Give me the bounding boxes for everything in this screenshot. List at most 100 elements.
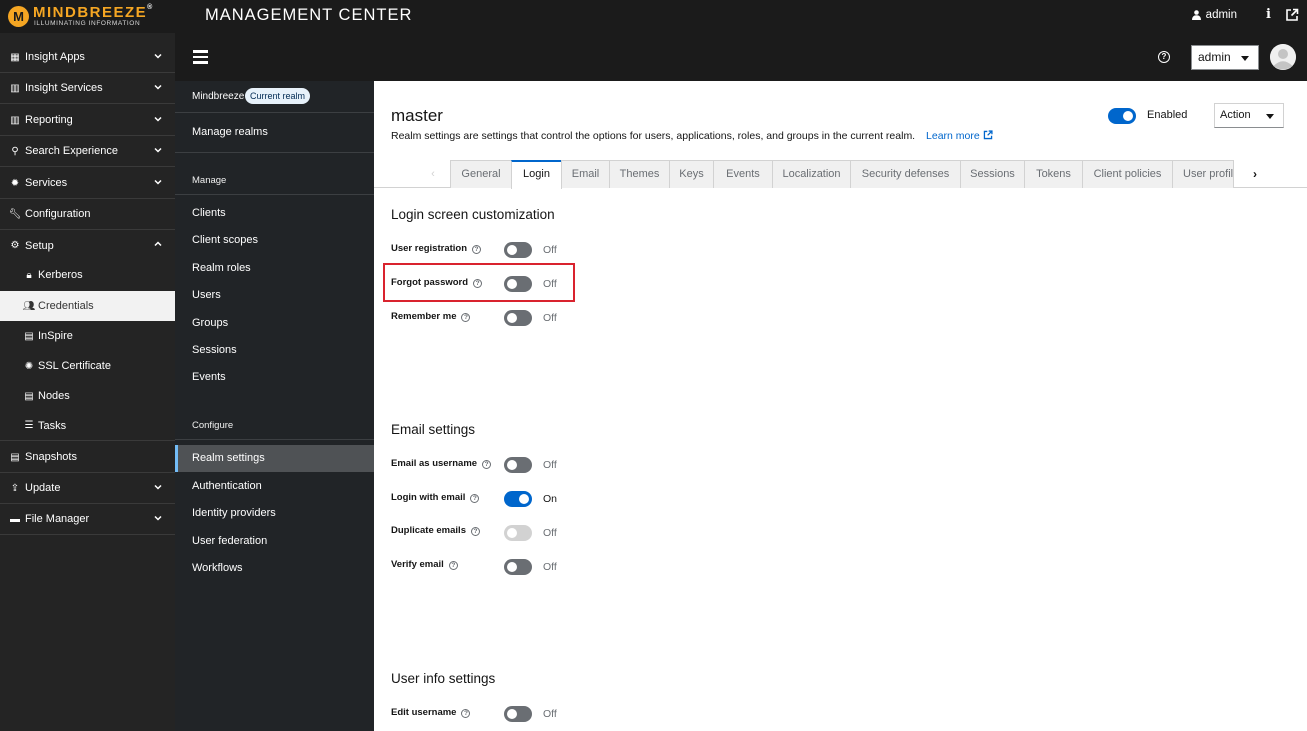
tabs-scroll-right-icon[interactable]: › — [1240, 160, 1270, 188]
nav-identity-providers[interactable]: Identity providers — [192, 507, 276, 519]
learn-more-label: Learn more — [926, 130, 980, 142]
sidebar-item-configuration[interactable]: 🔧︎ Configuration — [0, 199, 175, 230]
switch-state: Off — [543, 312, 557, 324]
help-icon[interactable]: ? — [482, 460, 492, 469]
avatar-icon — [1270, 44, 1296, 70]
help-icon[interactable]: ? — [473, 279, 483, 288]
sidebar-subitem-label: InSpire — [38, 330, 73, 342]
external-link-icon[interactable] — [1285, 8, 1299, 22]
field-label: Email as username — [391, 458, 478, 469]
tab-login[interactable]: Login — [511, 160, 562, 189]
field-forgot-password: Forgot password? — [391, 277, 483, 288]
tab-keys[interactable]: Keys — [669, 160, 714, 188]
duplicate-emails-switch[interactable] — [504, 525, 532, 541]
top-user-menu[interactable]: admin — [1191, 9, 1237, 21]
search-icon: ⚲ — [11, 145, 19, 157]
lock-icon: 🔒︎ — [26, 269, 32, 281]
user-registration-switch[interactable] — [504, 242, 532, 258]
user-dropdown[interactable]: admin — [1191, 45, 1259, 70]
sidebar-item-search-experience[interactable]: ⚲ Search Experience — [0, 136, 175, 167]
field-login-with-email: Login with email? — [391, 492, 480, 503]
sidebar-item-insight-apps[interactable]: ▦ Insight Apps — [0, 42, 175, 73]
help-icon[interactable]: ? — [470, 527, 480, 536]
nav-events[interactable]: Events — [192, 371, 226, 383]
user-dropdown-label: admin — [1198, 50, 1231, 64]
tab-user-profile[interactable]: User profile — [1172, 160, 1234, 188]
verify-email-switch[interactable] — [504, 559, 532, 575]
top-bar: M MINDBREEZE® ILLUMINATING INFORMATION M… — [0, 0, 1307, 33]
app-title: MANAGEMENT CENTER — [205, 6, 413, 24]
help-icon[interactable]: ? — [472, 245, 482, 254]
sidebar-item-update[interactable]: ⇪ Update — [0, 473, 175, 504]
nav-realm-roles[interactable]: Realm roles — [192, 262, 251, 274]
hamburger-menu-icon[interactable] — [193, 50, 208, 64]
sidebar-item-services[interactable]: ✹ Services — [0, 168, 175, 199]
sidebar-subitem-inspire[interactable]: ▤ InSpire — [0, 321, 175, 351]
help-icon[interactable]: ? — [470, 494, 480, 503]
help-icon[interactable]: ? — [448, 561, 458, 570]
tab-sessions[interactable]: Sessions — [960, 160, 1025, 188]
nav-section-configure: Configure — [192, 420, 234, 431]
nav-realm-settings[interactable]: Realm settings — [192, 452, 265, 464]
tab-events[interactable]: Events — [713, 160, 773, 188]
field-duplicate-emails: Duplicate emails? — [391, 525, 480, 536]
sidebar-subitem-kerberos[interactable]: 🔒︎ Kerberos — [0, 260, 175, 290]
mindbreeze-logo[interactable]: M MINDBREEZE® ILLUMINATING INFORMATION — [6, 3, 171, 30]
nav-manage-realms[interactable]: Manage realms — [192, 126, 268, 138]
tab-tokens[interactable]: Tokens — [1024, 160, 1083, 188]
learn-more-link[interactable]: Learn more — [926, 130, 993, 142]
sidebar-subitem-credentials[interactable]: 👥︎ Credentials — [0, 291, 175, 321]
nav-client-scopes[interactable]: Client scopes — [192, 234, 258, 246]
nav-sessions[interactable]: Sessions — [192, 344, 237, 356]
upload-icon: ⇪ — [10, 482, 20, 494]
nav-authentication[interactable]: Authentication — [192, 480, 262, 492]
realm-enabled-switch[interactable] — [1108, 108, 1136, 124]
sidebar-item-insight-services[interactable]: ▥ Insight Services — [0, 73, 175, 104]
sidebar-subitem-nodes[interactable]: ▤ Nodes — [0, 381, 175, 411]
sidebar-subitem-label: Kerberos — [38, 269, 83, 281]
section-title-email: Email settings — [391, 422, 476, 437]
sidebar-item-reporting[interactable]: ▥ Reporting — [0, 105, 175, 136]
tab-client-policies[interactable]: Client policies — [1082, 160, 1173, 188]
sidebar-item-snapshots[interactable]: ▤ Snapshots — [0, 442, 175, 473]
sidebar-subitem-ssl-certificate[interactable]: ✺ SSL Certificate — [0, 351, 175, 381]
info-icon[interactable]: i — [1266, 7, 1271, 22]
login-with-email-switch[interactable] — [504, 491, 532, 507]
action-dropdown[interactable]: Action — [1214, 103, 1284, 128]
field-label: Verify email — [391, 559, 444, 570]
caret-down-icon — [1266, 114, 1274, 119]
switch-state: Off — [543, 459, 557, 471]
help-icon[interactable]: ? — [461, 709, 471, 718]
nav-users[interactable]: Users — [192, 289, 221, 301]
description-text: Realm settings are settings that control… — [391, 130, 916, 142]
chevron-down-icon — [154, 84, 162, 90]
tab-localization[interactable]: Localization — [772, 160, 851, 188]
email-as-username-switch[interactable] — [504, 457, 532, 473]
sidebar-item-setup[interactable]: ⚙ Setup — [0, 230, 175, 261]
help-icon[interactable]: ? — [461, 313, 471, 322]
sidebar-item-file-manager[interactable]: ▬ File Manager — [0, 504, 175, 535]
realm-settings-tabs: ‹ General Login Email Themes Keys Events… — [374, 160, 1307, 189]
nav-clients[interactable]: Clients — [192, 207, 226, 219]
tab-themes[interactable]: Themes — [609, 160, 670, 188]
edit-username-switch[interactable] — [504, 706, 532, 722]
nav-workflows[interactable]: Workflows — [192, 562, 243, 574]
tab-general[interactable]: General — [450, 160, 512, 188]
nav-groups[interactable]: Groups — [192, 317, 228, 329]
remember-me-switch[interactable] — [504, 310, 532, 326]
tab-email[interactable]: Email — [561, 160, 610, 188]
nav-user-federation[interactable]: User federation — [192, 535, 267, 547]
sidebar-item-label: Reporting — [25, 114, 73, 126]
sidebar-item-label: Update — [25, 482, 61, 494]
forgot-password-switch[interactable] — [504, 276, 532, 292]
realm-selector[interactable]: Mindbreeze Current realm — [175, 81, 374, 113]
tab-security-defenses[interactable]: Security defenses — [850, 160, 961, 188]
action-dropdown-label: Action — [1220, 109, 1251, 121]
tabs-scroll-left-icon[interactable]: ‹ — [416, 160, 450, 188]
sidebar-subitem-tasks[interactable]: ☰ Tasks — [0, 411, 175, 441]
realm-enabled-label: Enabled — [1147, 109, 1188, 121]
switch-state: Off — [543, 278, 557, 290]
realm-settings-page: master Realm settings are settings that … — [374, 81, 1307, 731]
help-icon[interactable]: ? — [1158, 51, 1170, 63]
avatar[interactable] — [1270, 44, 1296, 70]
